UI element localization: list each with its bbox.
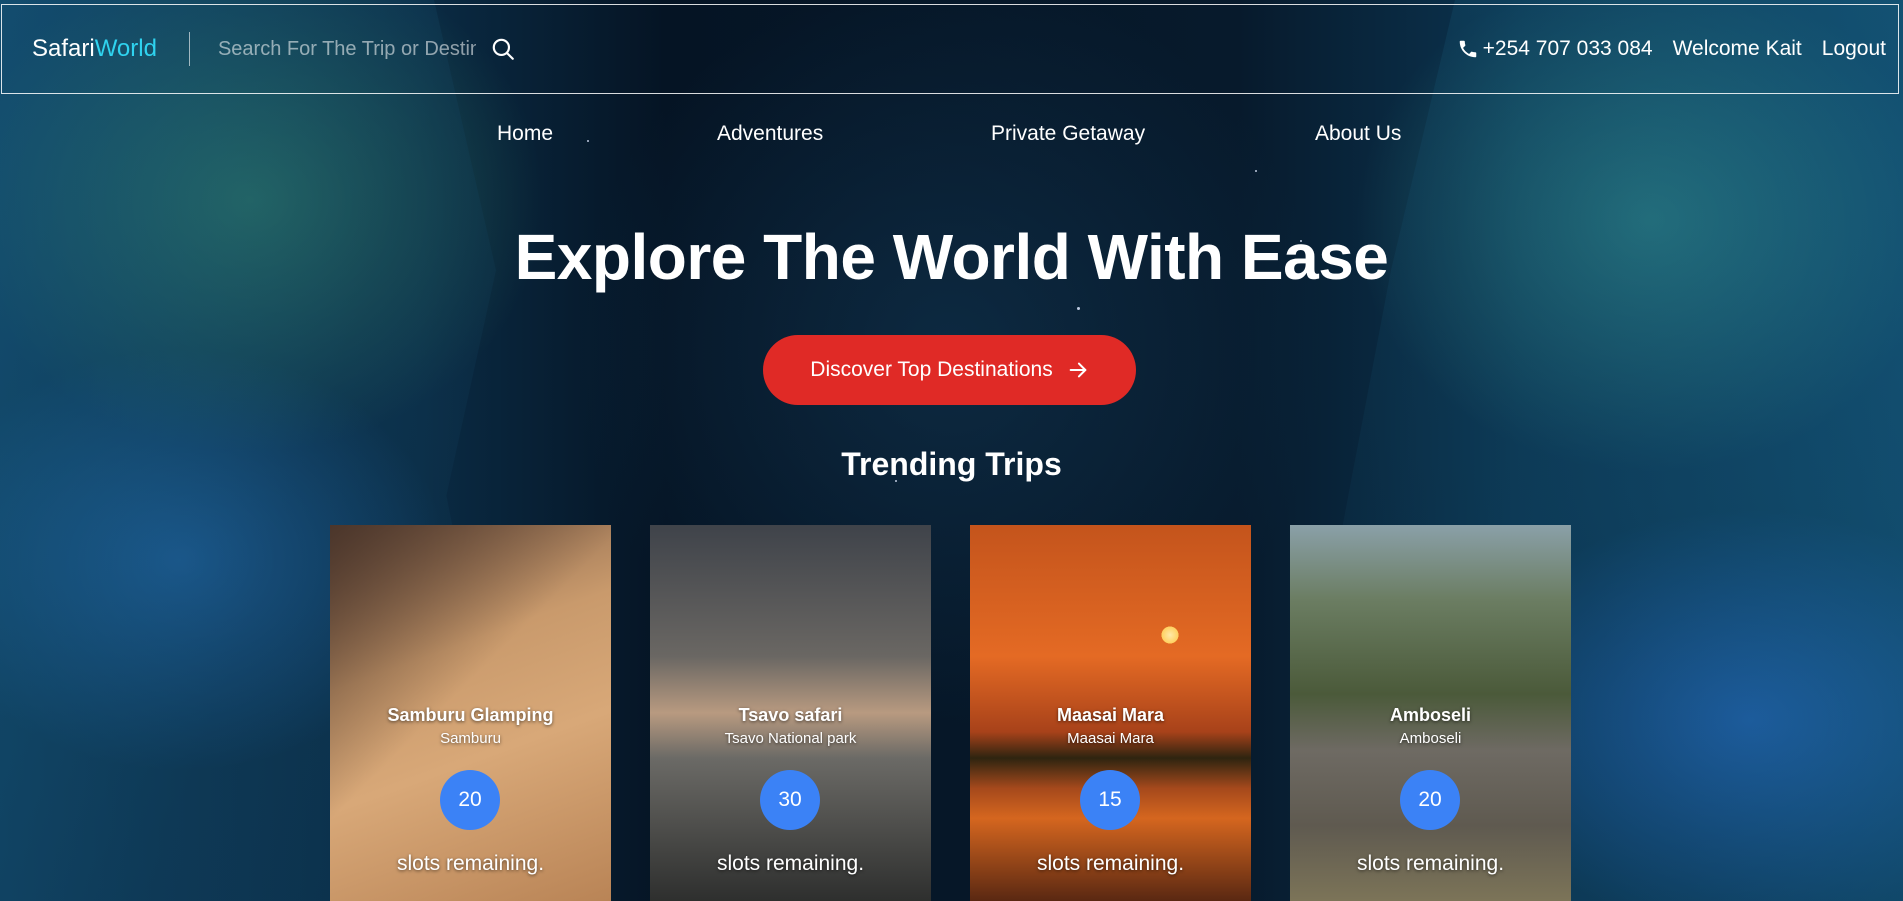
phone-icon bbox=[1459, 40, 1476, 58]
trip-card-maasai-mara[interactable]: Maasai Mara Maasai Mara 15 slots remaini… bbox=[970, 525, 1251, 901]
header-divider bbox=[188, 32, 190, 66]
nav-item-private-getaway[interactable]: Private Getaway bbox=[991, 122, 1145, 146]
search-input[interactable] bbox=[217, 37, 476, 61]
trip-location: Samburu bbox=[440, 730, 501, 747]
slots-count-badge: 20 bbox=[440, 770, 500, 830]
slots-label: slots remaining. bbox=[396, 852, 545, 875]
logo-text-main: Safari bbox=[32, 35, 95, 62]
slots-count-badge: 30 bbox=[760, 770, 820, 830]
slots-count-badge: 15 bbox=[1080, 770, 1140, 830]
search-icon[interactable] bbox=[490, 36, 516, 62]
logo[interactable]: SafariWorld bbox=[32, 35, 157, 63]
cta-label: Discover Top Destinations bbox=[810, 358, 1053, 381]
logo-text-accent: World bbox=[94, 35, 157, 62]
top-header: SafariWorld +254 707 033 084 Welcome Kai… bbox=[1, 4, 1899, 94]
nav-item-home[interactable]: Home bbox=[497, 122, 553, 146]
trip-card-amboseli[interactable]: Amboseli Amboseli 20 slots remaining. bbox=[1290, 525, 1571, 901]
header-right: +254 707 033 084 Welcome Kait Logout bbox=[1457, 37, 1886, 61]
welcome-text: Welcome Kait bbox=[1672, 37, 1802, 60]
search-bar bbox=[217, 36, 516, 62]
main-nav: Home Adventures Private Getaway About Us bbox=[0, 122, 1903, 152]
trip-location: Amboseli bbox=[1399, 730, 1462, 747]
trip-title: Maasai Mara bbox=[1056, 705, 1165, 725]
trip-card-tsavo[interactable]: Tsavo safari Tsavo National park 30 slot… bbox=[650, 525, 931, 901]
slots-label: slots remaining. bbox=[716, 852, 865, 875]
star bbox=[1077, 307, 1080, 310]
trip-title: Samburu Glamping bbox=[387, 705, 554, 725]
trip-title: Tsavo safari bbox=[738, 705, 843, 725]
discover-destinations-button[interactable]: Discover Top Destinations bbox=[763, 335, 1136, 405]
arrow-right-icon bbox=[1069, 362, 1087, 378]
trip-location: Maasai Mara bbox=[1067, 730, 1154, 747]
nav-item-adventures[interactable]: Adventures bbox=[717, 122, 823, 146]
phone-number: +254 707 033 084 bbox=[1482, 37, 1653, 60]
hero-title: Explore The World With Ease bbox=[514, 221, 1389, 293]
trip-card-samburu[interactable]: Samburu Glamping Samburu 20 slots remain… bbox=[330, 525, 611, 901]
star bbox=[1255, 170, 1257, 172]
trending-trips-title: Trending Trips bbox=[841, 446, 1062, 482]
slots-label: slots remaining. bbox=[1356, 852, 1505, 875]
trip-location: Tsavo National park bbox=[724, 730, 857, 747]
phone-contact[interactable]: +254 707 033 084 bbox=[1457, 37, 1653, 61]
logout-button[interactable]: Logout bbox=[1822, 37, 1886, 61]
slots-count-badge: 20 bbox=[1400, 770, 1460, 830]
trip-title: Amboseli bbox=[1389, 705, 1472, 725]
slots-label: slots remaining. bbox=[1036, 852, 1185, 875]
nav-item-about-us[interactable]: About Us bbox=[1315, 122, 1401, 146]
